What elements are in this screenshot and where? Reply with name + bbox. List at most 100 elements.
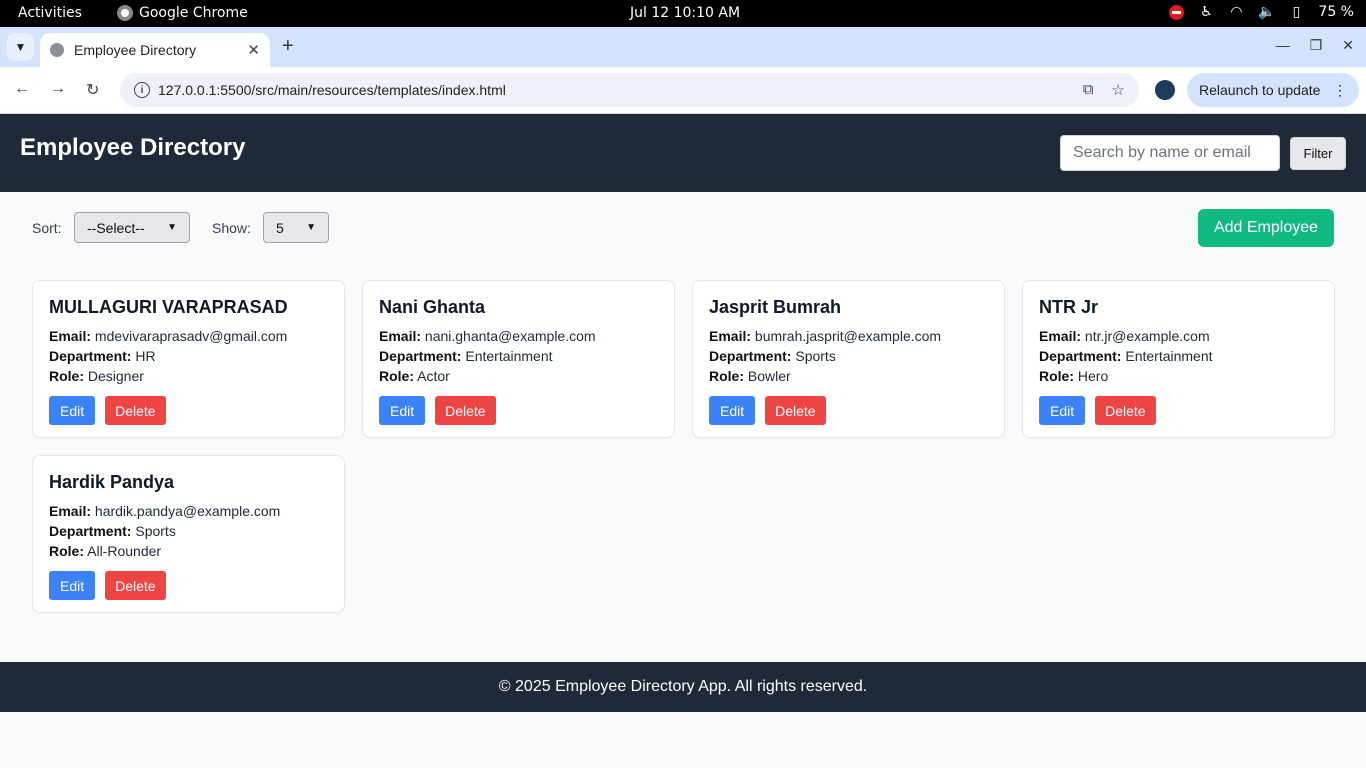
forward-arrow-icon[interactable]: → [50, 80, 66, 98]
email-label: Email: [379, 328, 422, 344]
employee-department: Sports [795, 348, 836, 364]
edit-button[interactable]: Edit [49, 396, 96, 425]
sort-select[interactable]: --Select-- ▼ [74, 212, 190, 243]
bookmark-star-icon[interactable]: ☆ [1112, 81, 1125, 99]
email-label: Email: [709, 328, 752, 344]
translate-icon[interactable]: ⧉ [1083, 81, 1094, 99]
department-label: Department: [49, 523, 132, 539]
employee-email: bumrah.jasprit@example.com [754, 328, 942, 344]
role-label: Role: [1039, 368, 1074, 384]
restore-icon[interactable]: ❐ [1310, 37, 1323, 54]
employee-role: All-Rounder [87, 543, 162, 559]
system-top-bar: Activities Google Chrome Jul 12 10:10 AM… [0, 0, 1366, 27]
wifi-icon: ◠ [1230, 4, 1243, 20]
email-label: Email: [49, 328, 92, 344]
app-menu[interactable]: Google Chrome [117, 5, 248, 21]
employee-card: Jasprit Bumrah Email: bumrah.jasprit@exa… [692, 280, 1005, 438]
employee-role: Designer [87, 368, 144, 384]
email-label: Email: [49, 503, 92, 519]
browser-toolbar: ← → ↻ i 127.0.0.1:5500/src/main/resource… [0, 67, 1366, 114]
employee-card: Hardik Pandya Email: hardik.pandya@examp… [32, 455, 345, 613]
back-arrow-icon[interactable]: ← [14, 80, 30, 98]
employee-name: Jasprit Bumrah [709, 297, 842, 317]
employee-name: NTR Jr [1039, 297, 1099, 317]
edit-button[interactable]: Edit [709, 396, 756, 425]
page-title: Employee Directory [20, 134, 246, 161]
role-label: Role: [49, 543, 84, 559]
site-info-icon[interactable]: i [134, 82, 150, 98]
activities-button[interactable]: Activities [18, 5, 82, 21]
sort-selected-value: --Select-- [87, 219, 145, 236]
tab-strip: ▼ Employee Directory ✕ + — ❐ ✕ [0, 27, 1366, 67]
employee-role: Actor [417, 368, 450, 384]
window-controls: — ❐ ✕ [1276, 37, 1354, 54]
delete-button[interactable]: Delete [105, 396, 166, 425]
footer-text: © 2025 Employee Directory App. All right… [498, 678, 868, 695]
employee-email: mdevivaraprasadv@gmail.com [94, 328, 288, 344]
do-not-disturb-icon [1169, 4, 1185, 20]
relaunch-label: Relaunch to update [1199, 82, 1321, 98]
employee-card: NTR Jr Email: ntr.jr@example.com Departm… [1022, 280, 1335, 438]
employee-email: ntr.jr@example.com [1084, 328, 1210, 344]
employee-role: Bowler [747, 368, 791, 384]
department-label: Department: [1039, 348, 1122, 364]
department-label: Department: [49, 348, 132, 364]
show-selected-value: 5 [276, 219, 284, 236]
battery-level: 75 % [1318, 4, 1354, 20]
close-icon[interactable]: ✕ [247, 41, 260, 59]
chrome-icon [117, 5, 133, 21]
url-text[interactable]: 127.0.0.1:5500/src/main/resources/templa… [158, 82, 1083, 98]
show-label: Show: [212, 220, 251, 236]
address-bar[interactable]: i 127.0.0.1:5500/src/main/resources/temp… [120, 73, 1139, 107]
employee-department: Entertainment [465, 348, 553, 364]
chevron-down-icon: ▼ [14, 40, 27, 54]
department-label: Department: [709, 348, 792, 364]
profile-avatar[interactable] [1155, 80, 1175, 100]
employee-department: Entertainment [1125, 348, 1213, 364]
battery-icon: ▯ [1292, 4, 1301, 20]
employee-department: HR [135, 348, 156, 364]
delete-button[interactable]: Delete [105, 571, 166, 600]
email-label: Email: [1039, 328, 1082, 344]
minimize-icon[interactable]: — [1276, 37, 1290, 54]
delete-button[interactable]: Delete [435, 396, 496, 425]
clock[interactable]: Jul 12 10:10 AM [630, 5, 740, 21]
reload-icon[interactable]: ↻ [86, 80, 99, 100]
more-vert-icon[interactable]: ⋮ [1333, 82, 1347, 99]
new-tab-button[interactable]: + [282, 35, 294, 58]
page-footer: © 2025 Employee Directory App. All right… [0, 662, 1366, 712]
accessibility-icon: ♿ [1200, 4, 1213, 20]
chevron-down-icon: ▼ [306, 222, 316, 233]
tab-employee-directory[interactable]: Employee Directory ✕ [40, 33, 270, 67]
employee-email: hardik.pandya@example.com [94, 503, 281, 519]
sort-label: Sort: [32, 220, 62, 236]
tab-search-button[interactable]: ▼ [7, 33, 34, 61]
employee-name: Hardik Pandya [49, 472, 175, 492]
employee-card-grid: MULLAGURI VARAPRASAD Email: mdevivarapra… [32, 280, 1335, 613]
edit-button[interactable]: Edit [379, 396, 426, 425]
edit-button[interactable]: Edit [49, 571, 96, 600]
employee-name: MULLAGURI VARAPRASAD [49, 297, 288, 317]
search-input[interactable] [1060, 135, 1280, 171]
globe-icon [50, 43, 64, 57]
window-close-icon[interactable]: ✕ [1342, 37, 1354, 54]
system-tray[interactable]: ♿ ◠ 🔈 ▯ 75 % [1169, 4, 1354, 20]
tab-title: Employee Directory [74, 42, 197, 58]
role-label: Role: [709, 368, 744, 384]
volume-icon: 🔈 [1258, 4, 1276, 20]
role-label: Role: [49, 368, 84, 384]
app-name: Google Chrome [139, 5, 248, 21]
employee-card: MULLAGURI VARAPRASAD Email: mdevivarapra… [32, 280, 345, 438]
employee-name: Nani Ghanta [379, 297, 486, 317]
filter-button[interactable]: Filter [1290, 137, 1346, 170]
delete-button[interactable]: Delete [1095, 396, 1156, 425]
employee-card: Nani Ghanta Email: nani.ghanta@example.c… [362, 280, 675, 438]
employee-department: Sports [135, 523, 176, 539]
add-employee-button[interactable]: Add Employee [1198, 209, 1334, 247]
show-select[interactable]: 5 ▼ [263, 212, 329, 243]
relaunch-button[interactable]: Relaunch to update ⋮ [1187, 73, 1359, 107]
delete-button[interactable]: Delete [765, 396, 826, 425]
role-label: Role: [379, 368, 414, 384]
app-header: Employee Directory Filter [0, 114, 1366, 192]
edit-button[interactable]: Edit [1039, 396, 1086, 425]
